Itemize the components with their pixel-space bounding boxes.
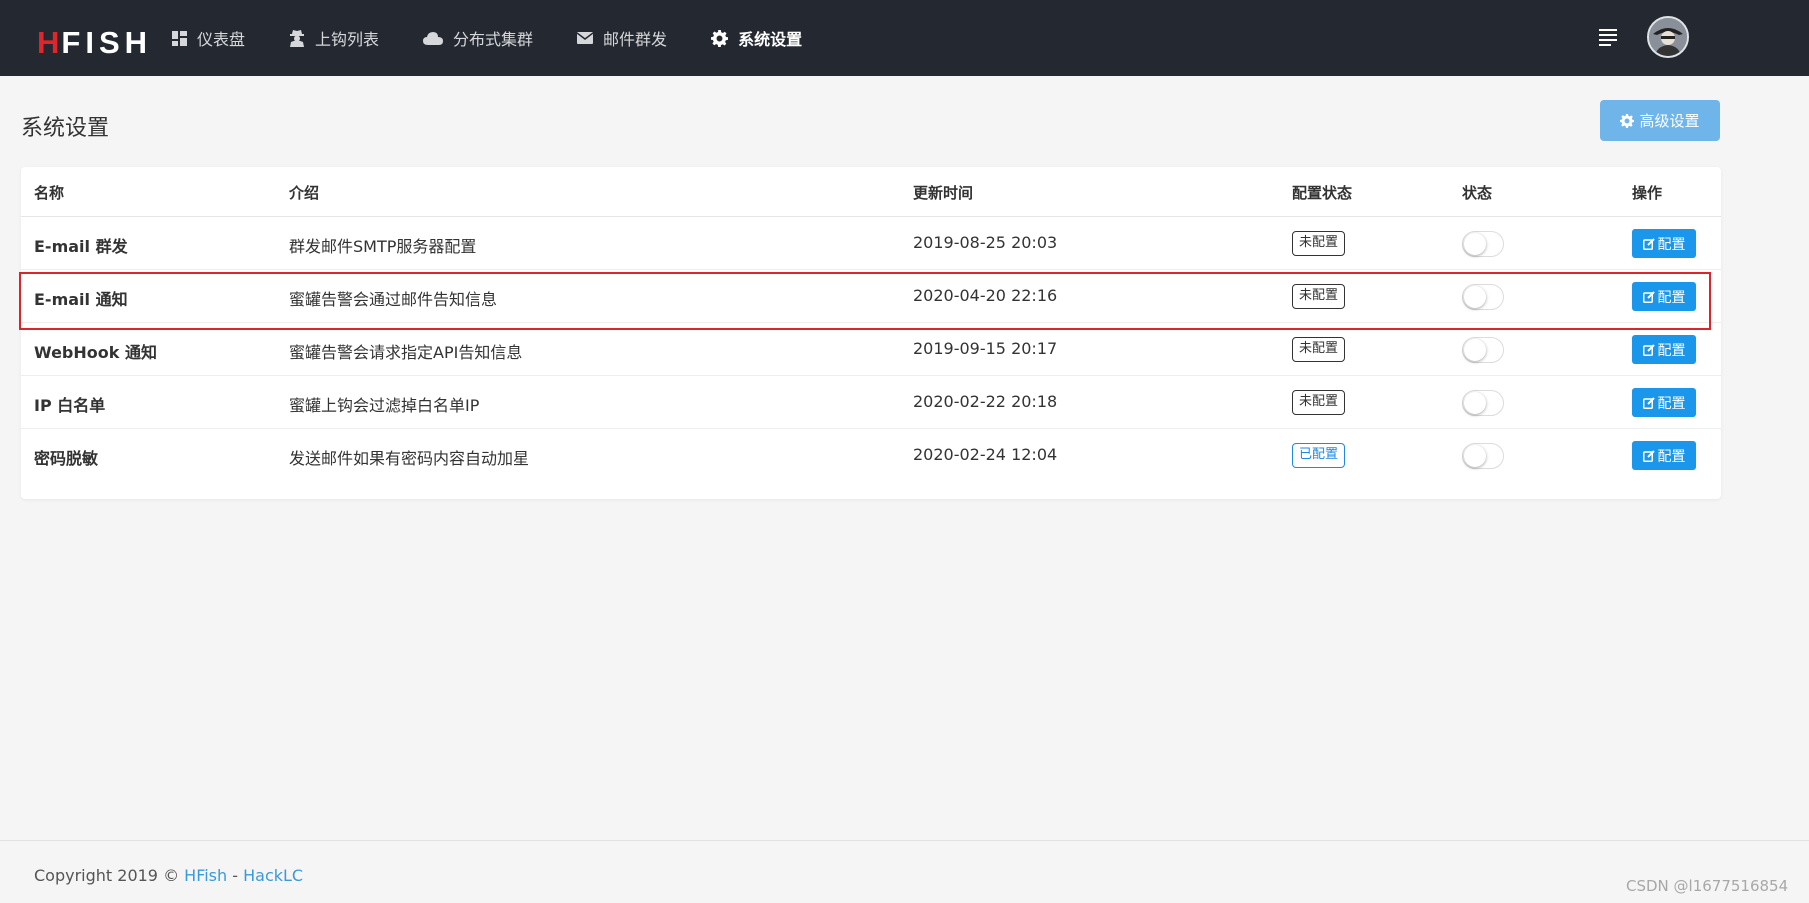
row-updated: 2019-08-25 20:03 — [913, 233, 1058, 252]
gear-icon — [711, 29, 729, 47]
column-header-status: 状态 — [1462, 184, 1493, 202]
footer-link-hacklc[interactable]: HackLC — [243, 866, 303, 885]
edit-icon — [1642, 237, 1655, 250]
toggle-knob — [1464, 392, 1486, 414]
footer-copyright: Copyright 2019 © — [34, 866, 185, 885]
nav-item-hooked-list[interactable]: 上钩列表 — [289, 26, 379, 50]
configure-label: 配置 — [1657, 395, 1686, 412]
advanced-settings-label: 高级设置 — [1639, 112, 1700, 130]
configure-button[interactable]: 配置 — [1632, 335, 1696, 364]
table-row: E-mail 群发 群发邮件SMTP服务器配置 2019-08-25 20:03… — [21, 217, 1721, 270]
edit-icon — [1642, 290, 1655, 303]
toggle-knob — [1464, 445, 1486, 467]
footer-link-hfish[interactable]: HFish — [184, 866, 227, 885]
row-updated: 2019-09-15 20:17 — [913, 339, 1058, 358]
nav-label: 仪表盘 — [197, 30, 246, 49]
gear-icon — [1620, 113, 1635, 128]
nav-item-settings[interactable]: 系统设置 — [711, 26, 802, 50]
user-avatar[interactable] — [1647, 16, 1689, 58]
table-row: E-mail 通知 蜜罐告警会通过邮件告知信息 2020-04-20 22:16… — [21, 270, 1721, 323]
row-name: E-mail 通知 — [34, 290, 128, 309]
column-header-name: 名称 — [34, 184, 65, 202]
config-status-badge: 未配置 — [1292, 390, 1346, 415]
footer: Copyright 2019 © HFish - HackLC — [34, 866, 303, 885]
edit-icon — [1642, 343, 1655, 356]
nav-item-mail[interactable]: 邮件群发 — [577, 26, 667, 50]
column-header-action: 操作 — [1632, 184, 1663, 202]
nav-label: 系统设置 — [738, 30, 803, 49]
config-status-badge: 未配置 — [1292, 231, 1346, 256]
advanced-settings-button[interactable]: 高级设置 — [1600, 100, 1720, 141]
table-row: 密码脱敏 发送邮件如果有密码内容自动加星 2020-02-24 12:04 已配… — [21, 429, 1721, 482]
toggle-knob — [1464, 233, 1486, 255]
configure-label: 配置 — [1657, 289, 1686, 306]
column-header-config-status: 配置状态 — [1292, 184, 1353, 202]
status-toggle[interactable] — [1462, 337, 1504, 363]
row-description: 发送邮件如果有密码内容自动加星 — [289, 449, 530, 468]
dashboard-icon — [172, 30, 187, 46]
row-description: 群发邮件SMTP服务器配置 — [289, 237, 477, 256]
row-name: 密码脱敏 — [34, 449, 99, 468]
config-status-badge: 未配置 — [1292, 284, 1346, 309]
row-name: WebHook 通知 — [34, 343, 157, 362]
row-description: 蜜罐告警会通过邮件告知信息 — [289, 290, 498, 309]
settings-table: 名称 介绍 更新时间 配置状态 状态 操作 E-mail 群发 群发邮件SMTP… — [21, 167, 1721, 499]
configure-button[interactable]: 配置 — [1632, 282, 1696, 311]
nav-label: 上钩列表 — [315, 30, 380, 49]
configure-label: 配置 — [1657, 448, 1686, 465]
status-toggle[interactable] — [1462, 284, 1504, 310]
main-nav: 仪表盘 上钩列表 分布式集群 邮件群发 系统设置 — [172, 0, 846, 76]
table-row: IP 白名单 蜜罐上钩会过滤掉白名单IP 2020-02-22 20:18 未配… — [21, 376, 1721, 429]
configure-button[interactable]: 配置 — [1632, 388, 1696, 417]
top-navbar: H FISH 仪表盘 上钩列表 分布式集群 邮件群发 系统设置 — [0, 0, 1809, 76]
nav-label: 邮件群发 — [603, 30, 668, 49]
status-toggle[interactable] — [1462, 443, 1504, 469]
hfish-logo[interactable]: H FISH — [37, 25, 153, 60]
footer-separator: - — [227, 866, 244, 885]
toggle-knob — [1464, 286, 1486, 308]
table-header: 名称 介绍 更新时间 配置状态 状态 操作 — [21, 167, 1721, 217]
row-description: 蜜罐告警会请求指定API告知信息 — [289, 343, 523, 362]
watermark: CSDN @l1677516854 — [1626, 877, 1789, 895]
configure-button[interactable]: 配置 — [1632, 229, 1696, 258]
column-header-updated: 更新时间 — [913, 184, 974, 202]
config-status-badge: 已配置 — [1292, 443, 1346, 468]
nav-label: 分布式集群 — [453, 30, 534, 49]
row-name: IP 白名单 — [34, 396, 106, 415]
row-updated: 2020-02-22 20:18 — [913, 392, 1058, 411]
cloud-icon — [423, 32, 444, 45]
status-toggle[interactable] — [1462, 390, 1504, 416]
row-updated: 2020-02-24 12:04 — [913, 445, 1058, 464]
list-icon[interactable] — [1599, 28, 1617, 46]
logo-text: FISH — [61, 25, 153, 60]
table-row: WebHook 通知 蜜罐告警会请求指定API告知信息 2019-09-15 2… — [21, 323, 1721, 376]
row-updated: 2020-04-20 22:16 — [913, 286, 1058, 305]
envelope-icon — [577, 32, 594, 44]
configure-label: 配置 — [1657, 236, 1686, 253]
row-name: E-mail 群发 — [34, 237, 128, 256]
config-status-badge: 未配置 — [1292, 337, 1346, 362]
page-title: 系统设置 — [21, 116, 110, 141]
logo-h: H — [37, 25, 62, 60]
nav-item-cluster[interactable]: 分布式集群 — [423, 26, 533, 50]
edit-icon — [1642, 449, 1655, 462]
avatar-icon — [1649, 18, 1687, 56]
column-header-description: 介绍 — [289, 184, 320, 202]
status-toggle[interactable] — [1462, 231, 1504, 257]
configure-button[interactable]: 配置 — [1632, 441, 1696, 470]
user-secret-icon — [290, 30, 305, 47]
edit-icon — [1642, 396, 1655, 409]
row-description: 蜜罐上钩会过滤掉白名单IP — [289, 396, 480, 415]
toggle-knob — [1464, 339, 1486, 361]
footer-divider — [0, 840, 1809, 841]
configure-label: 配置 — [1657, 342, 1686, 359]
nav-item-dashboard[interactable]: 仪表盘 — [172, 26, 245, 50]
